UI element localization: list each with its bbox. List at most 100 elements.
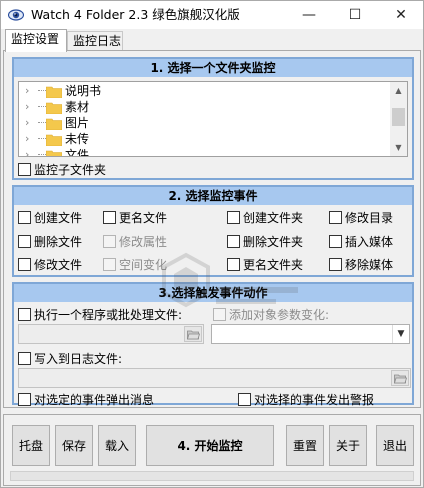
folder-tree[interactable]: › 说明书 › 素材 › 图片 › 未传 › 文件 ▲ ▼ [18, 81, 408, 157]
popup-message-label: 对选定的事件弹出消息 [34, 392, 155, 407]
run-program-label: 执行一个程序或批处理文件: [34, 307, 183, 322]
close-button[interactable]: ✕ [378, 1, 424, 29]
event-insert-media-checkbox[interactable]: 插入媒体 [329, 233, 393, 249]
exit-button[interactable]: 退出 [376, 425, 414, 466]
trigger-action-title: 3.选择触发事件动作 [14, 284, 412, 302]
checkbox-box[interactable] [227, 234, 240, 248]
tree-item[interactable]: › 素材 [19, 99, 391, 115]
event-label: 更名文件 [119, 210, 168, 225]
checkbox-box[interactable] [227, 210, 240, 224]
folder-name: 未传 [65, 132, 90, 146]
popup-message-checkbox[interactable]: 对选定的事件弹出消息 [18, 391, 154, 407]
event-label: 创建文件夹 [243, 210, 304, 225]
scroll-up-arrow-icon[interactable]: ▲ [390, 82, 407, 99]
program-path-field[interactable] [18, 324, 204, 344]
folder-icon [46, 86, 62, 98]
tree-connector [38, 138, 46, 139]
tree-connector [38, 122, 46, 123]
event-create-folder-checkbox[interactable]: 创建文件夹 [227, 209, 303, 225]
monitor-subfolders-checkbox[interactable]: 监控子文件夹 [18, 161, 106, 177]
checkbox-box[interactable] [103, 210, 116, 224]
folder-icon [46, 150, 62, 156]
params-dropdown[interactable]: ▼ [211, 324, 410, 344]
checkbox-box [213, 307, 226, 321]
minimize-button[interactable]: — [286, 1, 332, 29]
tree-connector [38, 90, 46, 91]
save-button[interactable]: 保存 [55, 425, 93, 466]
event-label: 修改目录 [345, 210, 394, 225]
event-rename-file-checkbox[interactable]: 更名文件 [103, 209, 167, 225]
checkbox-box[interactable] [329, 210, 342, 224]
tree-item[interactable]: › 文件 [19, 147, 391, 157]
checkbox-box[interactable] [238, 392, 251, 406]
eye-app-icon [8, 9, 24, 21]
checkbox-box[interactable] [18, 351, 31, 365]
event-modify-file-checkbox[interactable]: 修改文件 [18, 256, 82, 272]
checkbox-box[interactable] [227, 257, 240, 271]
event-remove-media-checkbox[interactable]: 移除媒体 [329, 256, 393, 272]
chevron-down-icon[interactable]: ▼ [392, 325, 409, 343]
start-monitor-button[interactable]: 4. 开始监控 [146, 425, 274, 466]
tab-strip: 监控设置 监控日志 [3, 29, 421, 52]
browse-log-button[interactable] [391, 370, 409, 386]
checkbox-box[interactable] [329, 234, 342, 248]
event-label: 移除媒体 [345, 257, 394, 272]
folder-icon [46, 102, 62, 114]
write-log-label: 写入到日志文件: [34, 351, 123, 366]
folder-name: 文件 [65, 148, 90, 157]
title-bar[interactable]: Watch 4 Folder 2.3 绿色旗舰汉化版 — ☐ ✕ [1, 1, 423, 29]
load-button[interactable]: 载入 [98, 425, 136, 466]
event-select-title: 2. 选择监控事件 [14, 187, 412, 205]
chevron-right-icon[interactable]: › [25, 84, 35, 98]
browse-program-button[interactable] [184, 326, 202, 342]
folder-name: 素材 [65, 100, 90, 114]
trigger-action-group: 3.选择触发事件动作 执行一个程序或批处理文件: 添加对象参数变化: ▼ 写入到… [12, 282, 414, 407]
reset-button[interactable]: 重置 [286, 425, 324, 466]
run-program-checkbox[interactable]: 执行一个程序或批处理文件: [18, 306, 182, 322]
event-rename-folder-checkbox[interactable]: 更名文件夹 [227, 256, 303, 272]
checkbox-box[interactable] [18, 234, 31, 248]
scroll-down-arrow-icon[interactable]: ▼ [390, 139, 407, 156]
open-folder-icon [186, 330, 200, 339]
checkbox-box[interactable] [18, 307, 31, 321]
tree-scrollbar[interactable]: ▲ ▼ [390, 82, 407, 156]
checkbox-box[interactable] [18, 162, 31, 176]
chevron-right-icon[interactable]: › [25, 132, 35, 146]
tree-item[interactable]: › 说明书 [19, 83, 391, 99]
write-log-checkbox[interactable]: 写入到日志文件: [18, 350, 122, 366]
chevron-right-icon[interactable]: › [25, 148, 35, 156]
checkbox-box[interactable] [18, 392, 31, 406]
tab-monitor-settings[interactable]: 监控设置 [5, 29, 67, 52]
event-label: 空间变化 [119, 257, 168, 272]
event-create-file-checkbox[interactable]: 创建文件 [18, 209, 82, 225]
checkbox-box[interactable] [18, 210, 31, 224]
about-button[interactable]: 关于 [329, 425, 367, 466]
event-space-change-checkbox: 空间变化 [103, 256, 167, 272]
event-label: 创建文件 [34, 210, 83, 225]
event-label: 插入媒体 [345, 234, 394, 249]
folder-icon [46, 134, 62, 146]
checkbox-box[interactable] [329, 257, 342, 271]
scrollbar-thumb[interactable] [392, 108, 405, 126]
log-path-field[interactable] [18, 368, 411, 388]
alarm-checkbox[interactable]: 对选择的事件发出警报 [238, 391, 374, 407]
alarm-label: 对选择的事件发出警报 [254, 392, 375, 407]
tray-button[interactable]: 托盘 [12, 425, 50, 466]
checkbox-box[interactable] [18, 257, 31, 271]
event-label: 修改属性 [119, 234, 168, 249]
tree-item[interactable]: › 图片 [19, 115, 391, 131]
chevron-right-icon[interactable]: › [25, 100, 35, 114]
add-params-checkbox: 添加对象参数变化: [213, 306, 329, 322]
event-modify-directory-checkbox[interactable]: 修改目录 [329, 209, 393, 225]
tree-item[interactable]: › 未传 [19, 131, 391, 147]
chevron-right-icon[interactable]: › [25, 116, 35, 130]
event-delete-file-checkbox[interactable]: 删除文件 [18, 233, 82, 249]
tab-monitor-log[interactable]: 监控日志 [67, 31, 123, 51]
event-label: 修改文件 [34, 257, 83, 272]
folder-select-group: 1. 选择一个文件夹监控 › 说明书 › 素材 › 图片 › 未传 › 文件 ▲… [12, 57, 414, 180]
monitor-subfolders-label: 监控子文件夹 [34, 162, 107, 177]
bottom-button-panel: 托盘 保存 载入 4. 开始监控 重置 关于 退出 [3, 414, 421, 486]
maximize-button[interactable]: ☐ [332, 1, 378, 29]
folder-name: 说明书 [65, 84, 102, 98]
event-delete-folder-checkbox[interactable]: 删除文件夹 [227, 233, 303, 249]
